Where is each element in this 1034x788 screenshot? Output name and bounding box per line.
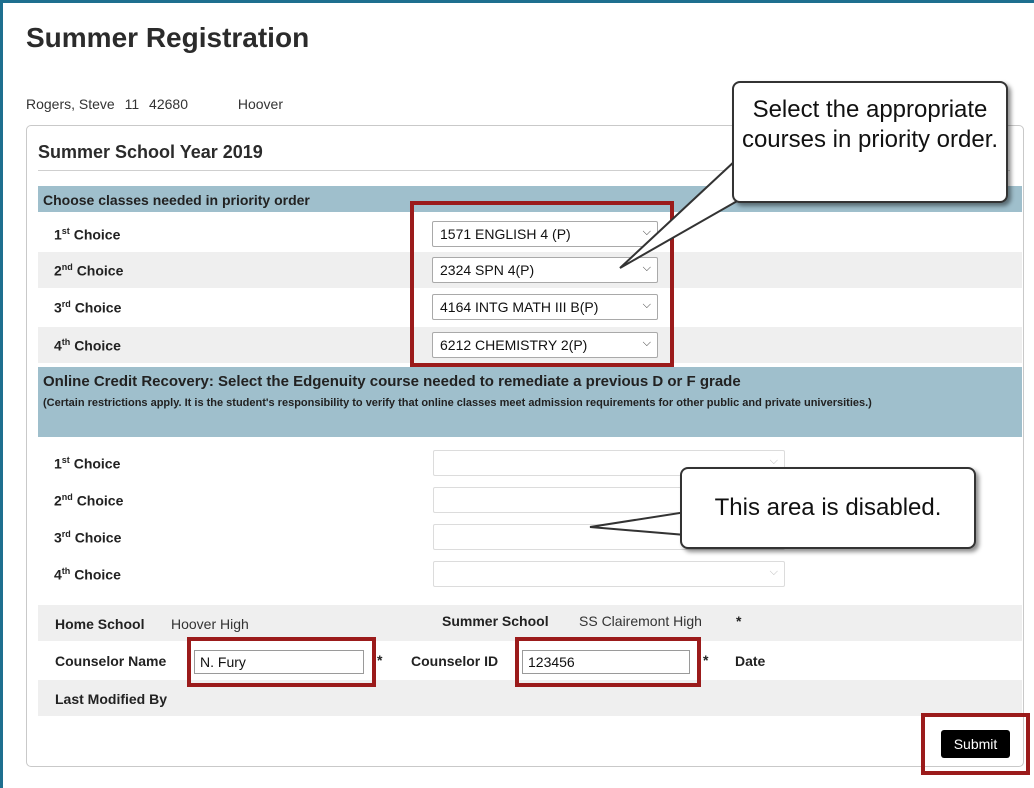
callout-disabled: This area is disabled.: [680, 467, 976, 549]
callout-select-courses: Select the appropriate courses in priori…: [732, 81, 1008, 203]
callout-pointer: [589, 510, 687, 537]
